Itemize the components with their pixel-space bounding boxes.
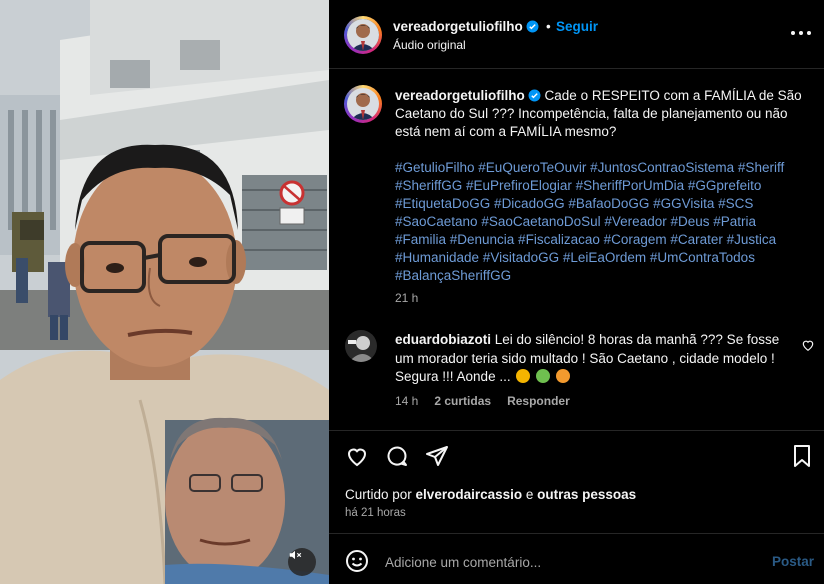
verified-badge-icon [526, 20, 539, 33]
bookmark-icon[interactable] [790, 444, 814, 468]
comment-reply-button[interactable]: Responder [507, 394, 570, 408]
comment-icon[interactable] [385, 444, 409, 468]
post-caption: vereadorgetuliofilho Cade o RESPEITO com… [395, 87, 805, 141]
actions-divider [329, 430, 824, 431]
liked-by-conjunction: e [522, 487, 538, 502]
header-divider [329, 68, 824, 69]
liked-by-others-link[interactable]: outras pessoas [537, 487, 636, 502]
video-player[interactable] [0, 0, 329, 584]
flushed-face-emoji-icon [516, 369, 531, 383]
comment-username[interactable]: eduardobiazoti [395, 332, 491, 347]
like-heart-icon[interactable] [345, 444, 369, 468]
avatar-image [347, 19, 379, 51]
comment-likes-link[interactable]: 2 curtidas [434, 394, 491, 408]
more-horizontal-icon [791, 31, 795, 35]
share-icon[interactable] [425, 444, 449, 468]
emoji-picker-icon[interactable] [345, 549, 369, 573]
liked-by-user-link[interactable]: elverodaircassio [416, 487, 523, 502]
audio-label-link[interactable]: Áudio original [393, 38, 466, 52]
more-dot [807, 31, 811, 35]
more-options-button[interactable] [791, 31, 811, 37]
comment-box-divider [329, 533, 824, 534]
nauseated-face-emoji-icon [536, 369, 551, 383]
mute-toggle-button[interactable] [288, 548, 316, 576]
comment-body: eduardobiazoti Lei do silêncio! 8 horas … [395, 331, 791, 387]
comment-input[interactable] [385, 552, 745, 572]
liked-by-summary: Curtido por elverodaircassio e outras pe… [345, 487, 636, 502]
caption-avatar[interactable] [347, 88, 379, 120]
avatar-image [345, 330, 377, 362]
crying-face-emoji-icon [555, 369, 570, 383]
avatar-image [347, 88, 379, 120]
follow-button[interactable]: Seguir [556, 19, 598, 34]
caption-username[interactable]: vereadorgetuliofilho [395, 88, 525, 103]
post-details-panel: vereadorgetuliofilho • Seguir Áudio orig… [329, 0, 824, 584]
avatar[interactable] [347, 19, 379, 51]
more-dot [799, 31, 803, 35]
liked-by-prefix: Curtido por [345, 487, 416, 502]
caption-timestamp: 21 h [395, 291, 419, 305]
caption-hashtags[interactable]: #GetulioFilho #EuQueroTeOuvir #JuntosCon… [395, 159, 805, 285]
speaker-muted-icon [289, 550, 302, 560]
header-separator: • [546, 19, 551, 34]
post-author-username[interactable]: vereadorgetuliofilho [393, 19, 539, 34]
comment-timestamp: 14 h [395, 394, 419, 408]
comment-like-heart-icon[interactable] [801, 338, 815, 352]
verified-badge-icon [528, 89, 541, 102]
video-frame [0, 0, 329, 584]
username-text: vereadorgetuliofilho [393, 19, 523, 34]
comment-meta: 14 h 2 curtidas Responder [395, 394, 570, 408]
commenter-avatar[interactable] [345, 330, 377, 362]
post-timestamp: há 21 horas [345, 507, 406, 519]
post-comment-button[interactable]: Postar [772, 554, 814, 569]
